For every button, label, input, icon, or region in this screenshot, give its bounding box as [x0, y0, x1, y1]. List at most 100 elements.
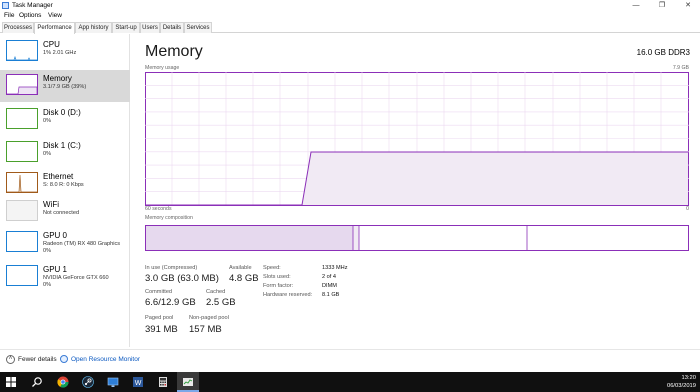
taskbar: W 13:20 06/03/2019 — [0, 372, 700, 392]
memory-usage-graph — [145, 72, 689, 238]
sidebar-value-disk-1: 0% — [43, 151, 52, 157]
in-use-value: 3.0 GB (63.0 MB) — [145, 273, 219, 284]
memory-usage-label: Memory usage — [145, 65, 180, 71]
graph-time-end: 0 — [686, 206, 689, 212]
search-icon[interactable] — [26, 372, 48, 392]
resource-sidebar: CPU 1% 2.01 GHz Memory 3.1/7.9 GB (39%) … — [0, 34, 130, 347]
sidebar-label-ethernet: Ethernet — [43, 172, 74, 181]
sidebar-model-gpu-1: NVIDIA GeForce GTX 660 — [43, 275, 109, 281]
maximize-button[interactable]: ❐ — [651, 0, 673, 11]
menu-bar: File Options View — [0, 11, 700, 21]
tab-app-history[interactable]: App history — [75, 22, 112, 33]
menu-options[interactable]: Options — [19, 11, 41, 21]
non-paged-pool-label: Non-paged pool — [189, 315, 229, 321]
paged-pool-label: Paged pool — [145, 315, 174, 321]
chevron-up-icon[interactable]: ˄ — [6, 355, 15, 364]
speed-label: Speed: — [263, 265, 281, 271]
cached-value: 2.5 GB — [206, 297, 236, 308]
tab-performance[interactable]: Performance — [34, 22, 75, 34]
hardware-reserved-label: Hardware reserved: — [263, 292, 313, 298]
speed-value: 1333 MHz — [322, 265, 348, 271]
title-bar: Task Manager — ❐ ✕ — [0, 0, 700, 11]
steam-icon[interactable] — [77, 372, 99, 392]
calculator-icon[interactable] — [152, 372, 174, 392]
page-title: Memory — [145, 43, 203, 60]
graph-time-label: 60 seconds — [145, 206, 172, 212]
available-label: Available — [229, 265, 252, 271]
sidebar-item-gpu-1[interactable]: GPU 1 NVIDIA GeForce GTX 660 0% — [0, 261, 130, 293]
sidebar-value-ethernet: S: 8.0 R: 0 Kbps — [43, 182, 84, 188]
minimize-button[interactable]: — — [625, 0, 647, 11]
committed-value: 6.6/12.9 GB — [145, 297, 196, 308]
disk-0-thumbnail-graph — [6, 108, 38, 129]
sidebar-value-memory: 3.1/7.9 GB (39%) — [43, 84, 87, 90]
memory-usage-max: 7.9 GB — [672, 65, 689, 71]
non-paged-pool-value: 157 MB — [189, 324, 222, 335]
tab-details[interactable]: Details — [160, 22, 184, 33]
cpu-thumbnail-graph — [6, 40, 38, 61]
hardware-reserved-value: 8.1 GB — [322, 292, 340, 298]
sidebar-label-memory: Memory — [43, 74, 72, 83]
gpu-1-thumbnail-graph — [6, 265, 38, 286]
clock-time: 13:20 — [681, 375, 696, 381]
sidebar-label-disk-1: Disk 1 (C:) — [43, 141, 81, 150]
sidebar-item-cpu[interactable]: CPU 1% 2.01 GHz — [0, 36, 130, 68]
menu-file[interactable]: File — [4, 11, 14, 21]
sidebar-label-wifi: WiFi — [43, 200, 59, 209]
ethernet-thumbnail-graph — [6, 172, 38, 193]
close-button[interactable]: ✕ — [677, 0, 699, 11]
tab-startup[interactable]: Start-up — [112, 22, 140, 33]
footer-bar: ˄ Fewer details Open Resource Monitor — [0, 349, 700, 371]
memory-composition-bar — [145, 225, 689, 251]
sidebar-value-disk-0: 0% — [43, 118, 52, 124]
memory-composition-label: Memory composition — [145, 215, 193, 221]
task-manager-window: Task Manager — ❐ ✕ File Options View Pro… — [0, 0, 700, 372]
disk-1-thumbnail-graph — [6, 141, 38, 162]
form-factor-value: DIMM — [322, 283, 337, 289]
gpu-0-thumbnail-graph — [6, 231, 38, 252]
sidebar-label-disk-0: Disk 0 (D:) — [43, 108, 81, 117]
sidebar-item-disk-0[interactable]: Disk 0 (D:) 0% — [0, 104, 130, 136]
sidebar-item-gpu-0[interactable]: GPU 0 Radeon (TM) RX 480 Graphics 0% — [0, 227, 130, 259]
slots-used-label: Slots used: — [263, 274, 291, 280]
sidebar-label-gpu-0: GPU 0 — [43, 231, 68, 240]
word-icon[interactable]: W — [127, 372, 149, 392]
available-value: 4.8 GB — [229, 273, 259, 284]
sidebar-value-wifi: Not connected — [43, 210, 80, 216]
window-title: Task Manager — [12, 2, 53, 9]
open-resource-monitor-link[interactable]: Open Resource Monitor — [71, 355, 140, 364]
clock-date: 06/03/2019 — [666, 383, 696, 389]
resource-monitor-icon[interactable] — [60, 355, 68, 363]
tab-processes[interactable]: Processes — [2, 22, 34, 33]
tab-bar: Processes Performance App history Start-… — [0, 22, 700, 34]
sidebar-model-gpu-0: Radeon (TM) RX 480 Graphics — [43, 241, 121, 247]
tab-users[interactable]: Users — [140, 22, 160, 33]
windows-start-icon[interactable] — [0, 372, 22, 392]
sidebar-value-cpu: 1% 2.01 GHz — [43, 50, 77, 56]
paged-pool-value: 391 MB — [145, 324, 178, 335]
sidebar-label-cpu: CPU — [43, 40, 60, 49]
svg-text:W: W — [135, 380, 142, 387]
cached-label: Cached — [206, 289, 226, 295]
fewer-details-button[interactable]: Fewer details — [18, 355, 57, 364]
sidebar-item-memory[interactable]: Memory 3.1/7.9 GB (39%) — [0, 70, 130, 102]
task-manager-icon[interactable] — [177, 372, 199, 392]
menu-view[interactable]: View — [48, 11, 62, 21]
memory-thumbnail-graph — [6, 74, 38, 95]
sidebar-item-wifi[interactable]: WiFi Not connected — [0, 196, 130, 228]
chrome-icon[interactable] — [52, 372, 74, 392]
committed-label: Committed — [145, 289, 173, 295]
form-factor-label: Form factor: — [263, 283, 294, 289]
sidebar-item-disk-1[interactable]: Disk 1 (C:) 0% — [0, 137, 130, 169]
memory-detail-panel: Memory 16.0 GB DDR3 Memory usage 7.9 GB — [131, 34, 700, 347]
sidebar-label-gpu-1: GPU 1 — [43, 265, 68, 274]
slots-used-value: 2 of 4 — [322, 274, 336, 280]
memory-spec: 16.0 GB DDR3 — [636, 48, 690, 57]
sidebar-value-gpu-0: 0% — [43, 248, 52, 254]
wifi-thumbnail-graph — [6, 200, 38, 221]
task-manager-app-icon — [2, 2, 9, 9]
monitor-icon[interactable] — [102, 372, 124, 392]
taskbar-clock[interactable]: 13:20 06/03/2019 — [667, 374, 696, 390]
in-use-label: In use (Compressed) — [145, 265, 198, 271]
tab-services[interactable]: Services — [184, 22, 212, 33]
